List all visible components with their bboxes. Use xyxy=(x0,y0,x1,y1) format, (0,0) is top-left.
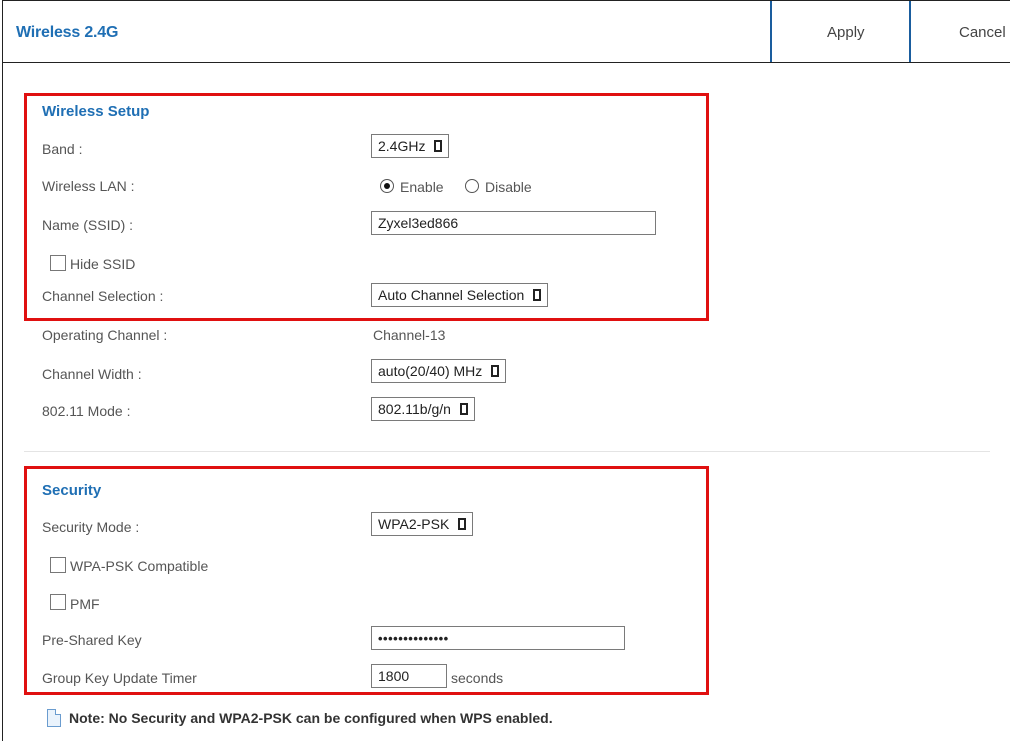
security-mode-select[interactable]: WPA2-PSK xyxy=(371,512,474,536)
pmf-checkbox[interactable] xyxy=(50,594,66,610)
psk-label: Pre-Shared Key xyxy=(42,632,142,648)
security-mode-label: Security Mode : xyxy=(42,519,140,535)
page-header: Wireless 2.4G Apply Cancel xyxy=(3,1,1010,63)
channel-selection-select[interactable]: Auto Channel Selection xyxy=(371,283,549,307)
note-icon xyxy=(47,709,61,727)
psk-input[interactable]: •••••••••••••• xyxy=(371,626,625,650)
cancel-button[interactable]: Cancel xyxy=(909,1,1010,62)
page-title: Wireless 2.4G xyxy=(16,24,119,41)
channel-selection-label: Channel Selection : xyxy=(42,288,164,304)
apply-button-label: Apply xyxy=(827,24,865,41)
mode-80211-select[interactable]: 802.11b/g/n xyxy=(371,397,475,421)
wireless-lan-enable-label: Enable xyxy=(400,179,444,195)
hide-ssid-checkbox[interactable] xyxy=(50,255,66,271)
wireless-lan-label: Wireless LAN : xyxy=(42,178,135,194)
band-label: Band : xyxy=(42,141,83,157)
mode-80211-value: 802.11b/g/n xyxy=(378,401,451,417)
ssid-label: Name (SSID) : xyxy=(42,217,134,233)
channel-width-label: Channel Width : xyxy=(42,366,142,382)
wireless-setup-title: Wireless Setup xyxy=(42,103,150,120)
group-key-timer-label: Group Key Update Timer xyxy=(42,670,197,686)
group-key-timer-unit: seconds xyxy=(451,670,504,686)
band-select[interactable]: 2.4GHz xyxy=(371,134,450,158)
wpa-psk-compatible-checkbox[interactable] xyxy=(50,557,66,573)
wireless-lan-disable-label: Disable xyxy=(485,179,532,195)
apply-button[interactable]: Apply xyxy=(770,1,909,62)
wps-note: Note: No Security and WPA2-PSK can be co… xyxy=(69,710,553,726)
wpa-psk-compatible-label: WPA-PSK Compatible xyxy=(70,558,209,574)
mode-80211-label: 802.11 Mode : xyxy=(42,403,131,419)
dropdown-caret-icon xyxy=(491,365,500,377)
wireless-setup-highlight xyxy=(24,93,709,321)
dropdown-caret-icon xyxy=(459,403,468,415)
hide-ssid-label: Hide SSID xyxy=(70,256,136,272)
security-title: Security xyxy=(42,482,102,499)
group-key-timer-input[interactable]: 1800 xyxy=(371,664,447,688)
operating-channel-value: Channel-13 xyxy=(373,327,446,343)
pmf-label: PMF xyxy=(70,596,100,612)
wireless-lan-disable-radio[interactable] xyxy=(465,179,479,193)
section-divider xyxy=(24,451,990,452)
channel-width-value: auto(20/40) MHz xyxy=(378,363,483,379)
wireless-lan-enable-radio[interactable] xyxy=(380,179,394,193)
channel-width-select[interactable]: auto(20/40) MHz xyxy=(371,359,507,383)
band-select-value: 2.4GHz xyxy=(378,138,426,154)
cancel-button-label: Cancel xyxy=(959,24,1006,41)
channel-selection-value: Auto Channel Selection xyxy=(378,287,525,303)
dropdown-caret-icon xyxy=(434,140,443,152)
dropdown-caret-icon xyxy=(458,518,467,530)
security-mode-value: WPA2-PSK xyxy=(378,516,450,532)
security-highlight xyxy=(24,466,709,695)
operating-channel-label: Operating Channel : xyxy=(42,327,168,343)
ssid-input[interactable]: Zyxel3ed866 xyxy=(371,211,656,235)
dropdown-caret-icon xyxy=(533,289,542,301)
